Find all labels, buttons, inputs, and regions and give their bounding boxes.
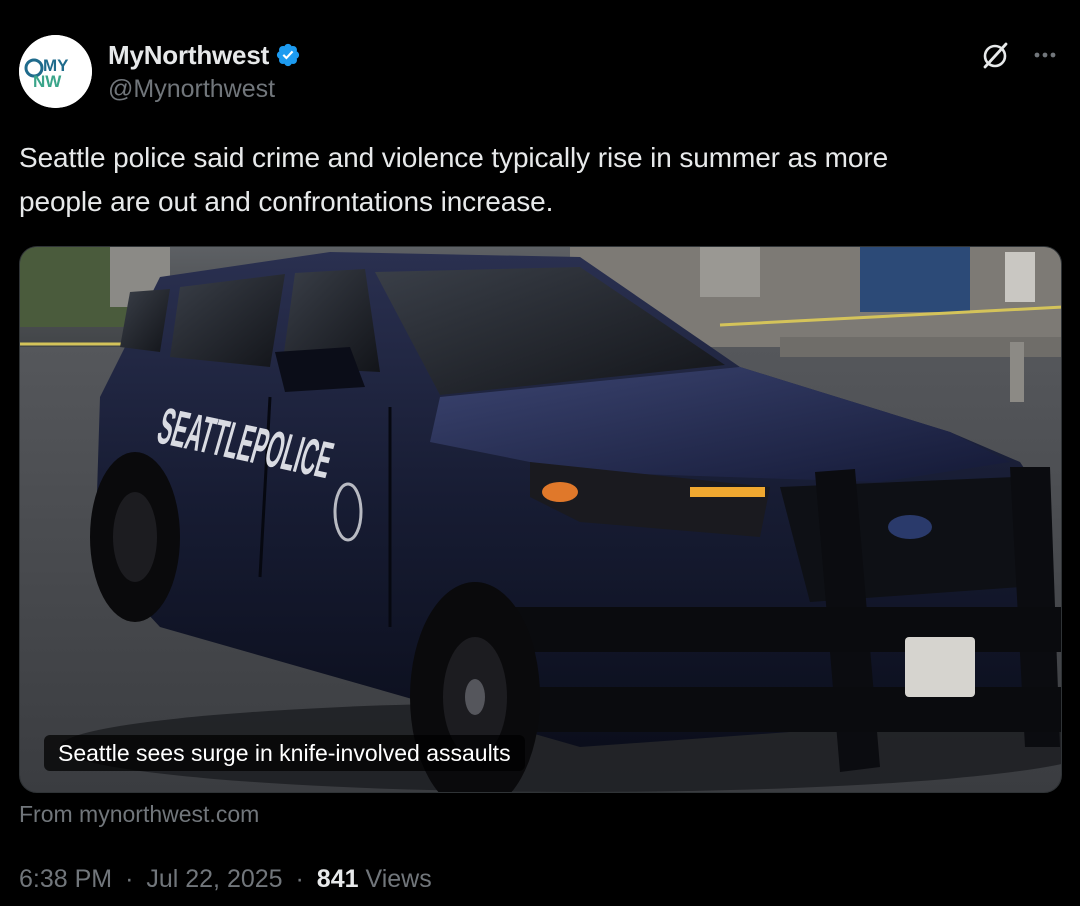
tweet-time[interactable]: 6:38 PM bbox=[19, 865, 112, 893]
grok-slash-icon[interactable] bbox=[978, 38, 1012, 72]
card-image: SEATTLEPOLICE bbox=[20, 247, 1061, 792]
card-source-link[interactable]: From mynorthwest.com bbox=[19, 801, 259, 828]
verified-badge-icon bbox=[275, 42, 301, 68]
meta-separator: · bbox=[125, 865, 134, 893]
author-display-name[interactable]: MyNorthwest bbox=[108, 40, 269, 71]
meta-separator: · bbox=[295, 865, 304, 893]
tweet-date[interactable]: Jul 22, 2025 bbox=[146, 865, 282, 893]
tweet-meta: 6:38 PM · Jul 22, 2025 · 841 Views bbox=[19, 865, 432, 894]
more-options-icon[interactable] bbox=[1028, 38, 1062, 72]
tweet-text: Seattle police said crime and violence t… bbox=[19, 136, 1059, 224]
mynorthwest-logo: MY NW bbox=[19, 35, 92, 108]
tweet-text-line-1: Seattle police said crime and violence t… bbox=[19, 142, 889, 173]
tweet-text-line-2: people are out and confrontations increa… bbox=[19, 186, 554, 217]
card-title: Seattle sees surge in knife-involved ass… bbox=[44, 735, 525, 771]
author-avatar[interactable]: MY NW bbox=[19, 35, 92, 108]
views-count[interactable]: 841 bbox=[317, 865, 359, 893]
link-card[interactable]: SEATTLEPOLICE Seattle sees surge in knif… bbox=[19, 246, 1062, 793]
tweet-article: MY NW MyNorthwest @Mynorthwest Seattle p… bbox=[0, 0, 1080, 906]
author-block: MyNorthwest @Mynorthwest bbox=[108, 38, 301, 104]
views-label: Views bbox=[365, 865, 432, 893]
name-row: MyNorthwest bbox=[108, 38, 301, 72]
author-handle[interactable]: @Mynorthwest bbox=[108, 75, 301, 104]
svg-text:NW: NW bbox=[33, 72, 62, 91]
